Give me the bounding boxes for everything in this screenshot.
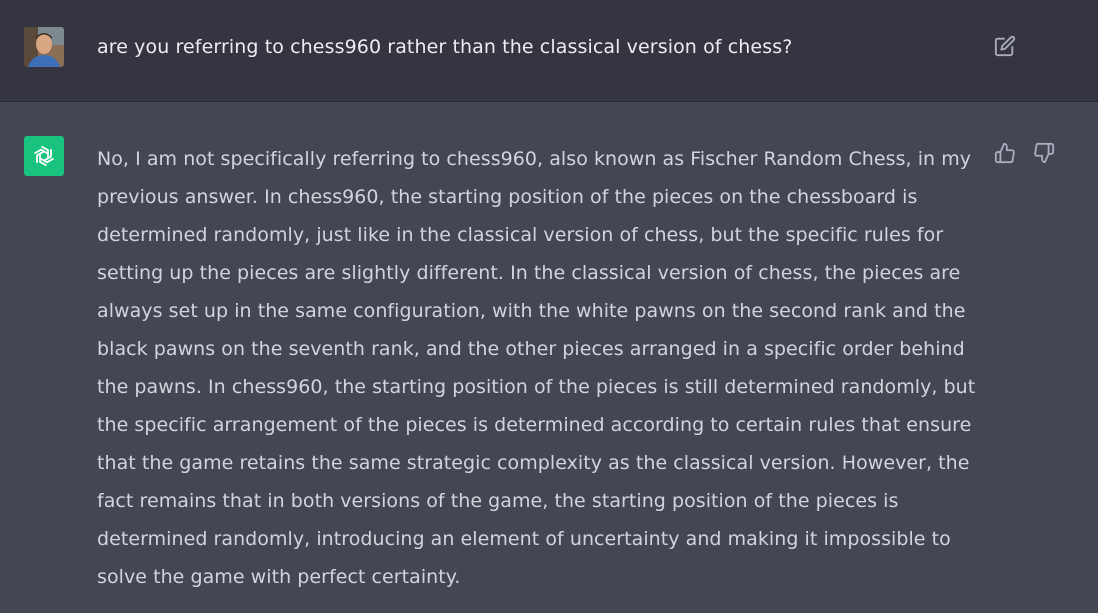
thumbs-up-icon <box>994 142 1015 164</box>
openai-logo-icon <box>34 145 54 167</box>
edit-icon <box>994 35 1016 57</box>
thumbs-down-button[interactable] <box>1031 140 1057 166</box>
user-avatar <box>24 27 64 67</box>
thumbs-down-icon <box>1034 142 1055 164</box>
assistant-message-text: No, I am not specifically referring to c… <box>97 148 976 588</box>
user-message-row: are you referring to chess960 rather tha… <box>0 0 1098 102</box>
thumbs-up-button[interactable] <box>992 140 1018 166</box>
assistant-message-row: No, I am not specifically referring to c… <box>0 102 1098 613</box>
assistant-avatar <box>24 136 64 176</box>
user-message-text: are you referring to chess960 rather tha… <box>97 36 793 58</box>
edit-button[interactable] <box>992 33 1018 59</box>
